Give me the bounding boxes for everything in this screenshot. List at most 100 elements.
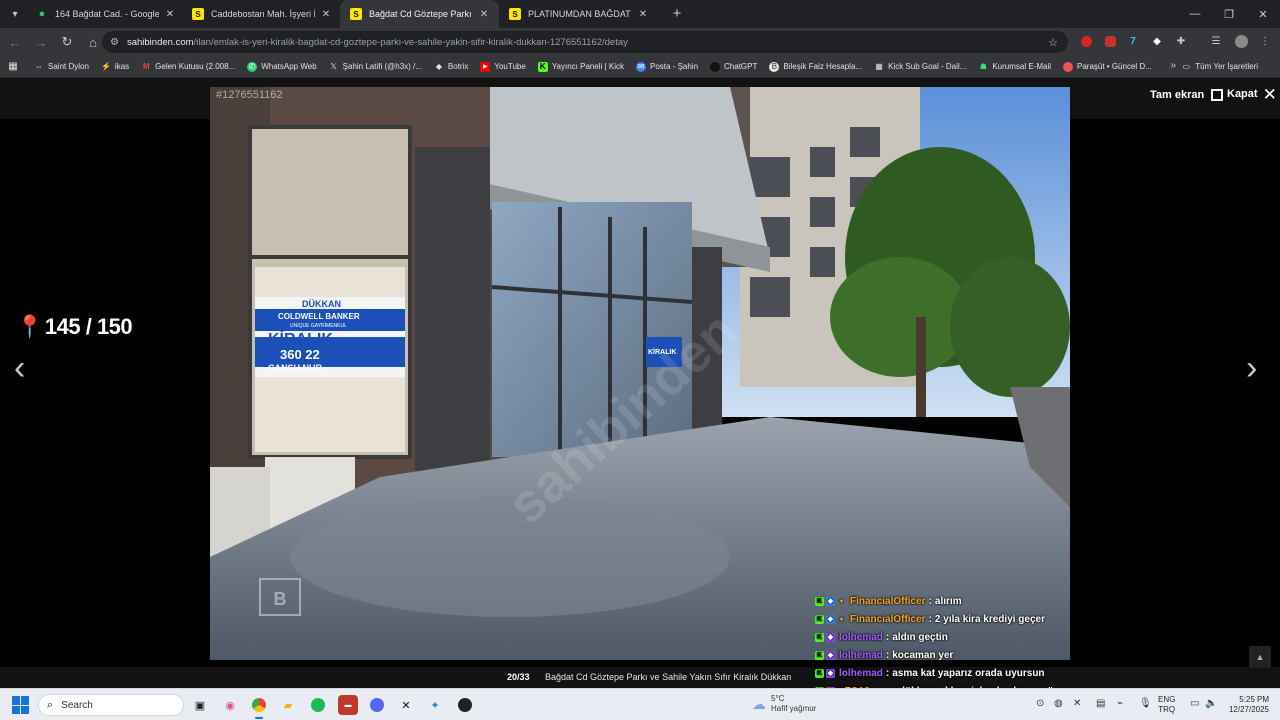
address-bar[interactable]: ⚙ sahibinden.com/ilan/emlak-is-yeri-kira… [102, 31, 1068, 53]
bookmark-posta[interactable]: ✉ Posta - Şahin [636, 61, 698, 72]
close-label: Kapat [1227, 88, 1258, 100]
volume-icon[interactable]: 🔈 [1205, 698, 1217, 709]
svg-text:B: B [274, 589, 287, 609]
chrome-icon[interactable] [249, 695, 269, 719]
caption-index: 20/33 [507, 672, 530, 682]
capcut-icon[interactable]: ✕ [396, 695, 416, 715]
spotify-icon[interactable] [308, 695, 328, 715]
bookmark-ikas[interactable]: ⚡ ikas [101, 62, 129, 72]
chat-username[interactable]: lolhemad [839, 668, 883, 679]
media-controls-icon[interactable]: ☰ [1207, 32, 1225, 50]
close-tab-icon[interactable]: ✕ [636, 9, 650, 20]
bookmark-faiz[interactable]: B Bileşik Faiz Hesapla... [769, 61, 862, 72]
copilot-icon[interactable]: ◉ [220, 695, 240, 715]
scroll-to-top-button[interactable]: ▲ [1249, 646, 1271, 668]
network-icon[interactable]: ▭ [1190, 698, 1199, 709]
fullscreen-button[interactable]: Tam ekran [1150, 89, 1224, 101]
new-tab-button[interactable]: + [666, 5, 688, 22]
chat-username[interactable]: FinancialOfficer [850, 614, 926, 625]
bookmark-botrix[interactable]: ◆ Botrix [434, 62, 469, 72]
chat-username[interactable]: lolhemad [839, 650, 883, 661]
reload-button[interactable]: ↻ [55, 30, 79, 54]
extension-diamond-icon[interactable]: ◆ [1148, 32, 1166, 50]
lang-bottom: TRQ [1158, 705, 1176, 714]
weather-text: 5°C Hafif yağmur [771, 694, 816, 714]
bookmark-youtube[interactable]: ▶ YouTube [480, 61, 526, 72]
blue-badge-icon: ◆ [826, 614, 835, 624]
extension-badge-icon[interactable] [1101, 32, 1119, 50]
tray-capcut-icon[interactable]: ✕ [1073, 698, 1081, 709]
taskbar-clock[interactable]: 5:25 PM 12/27/2025 [1225, 695, 1269, 715]
arrow-up-icon: ▲ [1255, 652, 1265, 662]
bookmark-whatsapp[interactable]: ✆ WhatsApp Web [247, 61, 317, 72]
location-pin-icon: 📍 [16, 314, 43, 339]
extension-red-icon[interactable] [1077, 32, 1095, 50]
close-tab-icon[interactable]: ✕ [163, 9, 177, 20]
photo-counter: 📍 145 / 150 [16, 314, 133, 340]
browser-menu-icon[interactable]: ⋮ [1256, 32, 1274, 50]
site-info-icon[interactable]: ⚙ [110, 37, 119, 48]
extensions-puzzle-icon[interactable]: ✚ [1172, 32, 1190, 50]
next-photo-button[interactable]: › [1246, 349, 1257, 388]
tab-search-button[interactable]: ▾ [4, 3, 26, 25]
kick-badge-icon: K [815, 614, 824, 624]
app-icon[interactable]: ✦ [425, 695, 445, 715]
bookmark-saint-dylon[interactable]: ⇔ Saint Dylon [34, 62, 89, 72]
chat-username[interactable]: FinancialOfficer [850, 596, 926, 607]
chevron-down-icon: ▾ [12, 8, 18, 20]
bookmark-gmail[interactable]: M Gelen Kutusu (2.008... [141, 62, 235, 72]
windows-start-button[interactable] [12, 696, 30, 714]
media-app-icon[interactable]: ▬ [338, 695, 358, 715]
bookmark-x-profile[interactable]: 𝕏 Şahin Latifi (@h3x) /... [329, 62, 422, 72]
restore-icon[interactable]: ❐ [1212, 0, 1246, 28]
tray-app-icon[interactable]: ▤ [1096, 698, 1105, 709]
bookmark-label: Kurumsal E-Mail [992, 62, 1052, 71]
close-gallery-button[interactable]: Kapat ✕ [1227, 86, 1277, 103]
kick-badge-icon: K [815, 596, 824, 606]
prev-photo-button[interactable]: ‹ [14, 349, 25, 388]
chat-username[interactable]: lolhemad [839, 632, 883, 643]
fullscreen-icon [1211, 89, 1224, 101]
input-language-indicator[interactable]: ENG TRQ [1158, 695, 1175, 715]
clock-time: 5:25 PM [1239, 695, 1269, 704]
task-view-icon[interactable]: ▣ [190, 695, 210, 715]
apps-grid-icon[interactable]: ▦ [0, 61, 26, 72]
bookmark-kurumsal-mail[interactable]: ☗ Kurumsal E-Mail [978, 62, 1051, 72]
tray-app-icon[interactable]: ⊙ [1036, 698, 1044, 709]
browser-toolbar: ← → ↻ ⌂ ⚙ sahibinden.com/ilan/emlak-is-y… [0, 28, 1280, 56]
bookmark-parasut[interactable]: Paraşüt • Güncel D... [1063, 61, 1152, 72]
minimize-icon[interactable]: — [1178, 0, 1212, 28]
bookmark-star-icon[interactable]: ☆ [1048, 36, 1058, 49]
bookmark-chatgpt[interactable]: ChatGPT [710, 61, 757, 72]
bookmark-kick-panel[interactable]: K Yayıncı Paneli | Kick [537, 61, 624, 72]
tray-usb-icon[interactable]: ⌁ [1117, 698, 1123, 709]
bookmarks-overflow-icon[interactable]: » [1170, 60, 1176, 71]
close-tab-icon[interactable]: ✕ [319, 9, 333, 20]
profile-avatar[interactable] [1232, 32, 1250, 50]
home-icon: ⌂ [89, 34, 97, 50]
taskbar-search-box[interactable]: ⌕ Search [38, 694, 184, 716]
extension-translate-icon[interactable]: 7 [1124, 32, 1142, 50]
chevron-left-icon: ‹ [14, 349, 26, 387]
tab-platinum[interactable]: S PLATINUMDAN BAĞDAT CADDE ✕ [499, 0, 658, 28]
obs-icon[interactable] [455, 695, 475, 715]
file-explorer-icon[interactable]: ▰ [278, 695, 298, 715]
tray-microphone-icon[interactable]: 🎙 [1139, 698, 1152, 709]
windows-taskbar: ⌕ Search ▣ ◉ ▰ ▬ ✕ ✦ ☁ 5°C Hafif yağmur ⊙… [0, 688, 1280, 720]
tab-bagdat-active[interactable]: S Bağdat Cd Göztepe Parkı ve Sahile ✕ [340, 0, 499, 28]
tab-caddebostan[interactable]: S Caddebostan Mah. İşyeri İlanları ✕ [182, 0, 341, 28]
all-bookmarks-folder[interactable]: ▭ Tüm Yer İşaretleri [1181, 61, 1258, 71]
tray-steam-icon[interactable]: ◍ [1054, 698, 1063, 709]
discord-icon[interactable] [367, 695, 387, 715]
weather-widget[interactable]: ☁ 5°C Hafif yağmur [752, 694, 816, 714]
bookmark-kick-sub-goal[interactable]: ▦ Kick Sub Goal - Dail... [874, 62, 966, 72]
close-tab-icon[interactable]: ✕ [477, 9, 491, 20]
url-text: sahibinden.com/ilan/emlak-is-yeri-kirali… [127, 37, 628, 48]
tab-google-maps[interactable]: ● 164 Bağdat Cad. - Google Harita ✕ [26, 0, 185, 28]
chat-text: aldın geçtin [892, 631, 948, 643]
back-button[interactable]: ← [3, 30, 27, 54]
gmail-icon: M [142, 62, 150, 71]
close-window-icon[interactable]: ✕ [1246, 0, 1280, 28]
forward-button[interactable]: → [29, 30, 53, 54]
listing-photo[interactable]: B DÜKKAN COLDWELL BANKER UNIQUE GAYRİMEN… [210, 87, 1070, 660]
